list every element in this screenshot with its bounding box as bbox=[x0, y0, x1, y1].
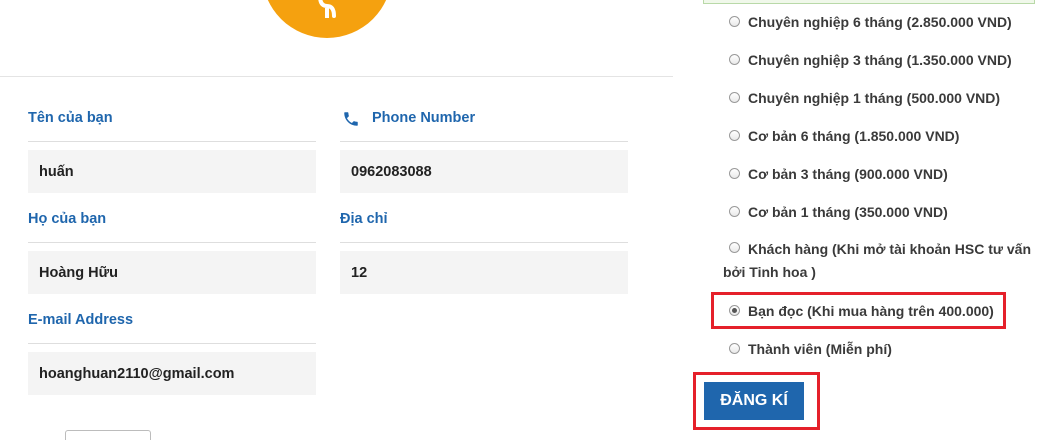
section-divider bbox=[0, 76, 673, 77]
plan-option-label: Chuyên nghiệp 3 tháng (1.350.000 VND) bbox=[748, 52, 1012, 68]
address-label: Địa chỉ bbox=[340, 211, 388, 227]
plan-radio[interactable] bbox=[729, 16, 740, 27]
field-divider bbox=[28, 343, 316, 344]
field-divider bbox=[28, 141, 316, 142]
phone-label: Phone Number bbox=[372, 110, 476, 126]
register-button[interactable]: ĐĂNG KÍ bbox=[704, 382, 804, 420]
email-input[interactable]: hoanghuan2110@gmail.com bbox=[28, 352, 316, 395]
last-name-label: Họ của bạn bbox=[28, 211, 107, 227]
plan-option-label: Cơ bản 3 tháng (900.000 VND) bbox=[748, 166, 948, 182]
field-divider bbox=[340, 141, 628, 142]
plan-option-label: Bạn đọc (Khi mua hàng trên 400.000) bbox=[748, 303, 994, 319]
plan-radio[interactable] bbox=[729, 54, 740, 65]
plan-option-label: Thành viên (Miễn phí) bbox=[748, 341, 892, 357]
plan-option-label: Chuyên nghiệp 1 tháng (500.000 VND) bbox=[748, 90, 1001, 106]
plan-radio-selected[interactable] bbox=[729, 305, 740, 316]
plan-radio[interactable] bbox=[729, 168, 740, 179]
last-name-input[interactable]: Hoàng Hữu bbox=[28, 251, 316, 294]
dollar-coin-icon bbox=[262, 0, 392, 38]
plan-radio[interactable] bbox=[729, 130, 740, 141]
plan-option-label-cont: bởi Tinh hoa ) bbox=[723, 264, 816, 280]
plan-radio[interactable] bbox=[729, 206, 740, 217]
field-divider bbox=[28, 242, 316, 243]
first-name-label: Tên của bạn bbox=[28, 110, 113, 126]
email-label: E-mail Address bbox=[28, 312, 134, 328]
phone-icon bbox=[344, 112, 358, 126]
plan-option-label: Cơ bản 1 tháng (350.000 VND) bbox=[748, 204, 948, 220]
plan-radio[interactable] bbox=[729, 92, 740, 103]
plan-option-label: Khách hàng (Khi mở tài khoản HSC tư vấn bbox=[748, 241, 1032, 257]
plan-option-label: Cơ bản 6 tháng (1.850.000 VND) bbox=[748, 128, 960, 144]
plan-radio[interactable] bbox=[729, 343, 740, 354]
plan-option-label: Chuyên nghiệp 6 tháng (2.850.000 VND) bbox=[748, 14, 1012, 30]
address-input[interactable]: 12 bbox=[340, 251, 628, 294]
field-divider bbox=[340, 242, 628, 243]
notice-box bbox=[703, 0, 1035, 4]
first-name-input[interactable]: huấn bbox=[28, 150, 316, 193]
partial-button[interactable] bbox=[65, 430, 151, 440]
plan-radio[interactable] bbox=[729, 242, 740, 253]
phone-input[interactable]: 0962083088 bbox=[340, 150, 628, 193]
